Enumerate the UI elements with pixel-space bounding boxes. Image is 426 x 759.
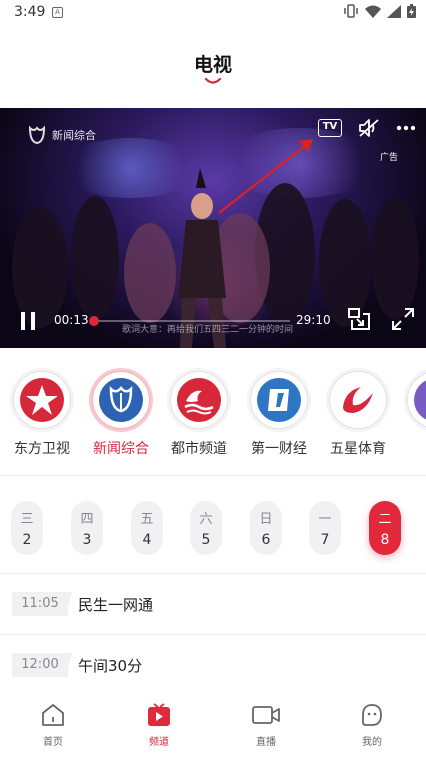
channel-item[interactable]: 五星体育 bbox=[322, 368, 394, 458]
profile-icon bbox=[362, 704, 382, 726]
watermark-text: 新闻综合 bbox=[52, 129, 96, 142]
channel-list: 东方卫视 新闻综合 都市频道 第一财经 五星体育 魔 bbox=[0, 368, 426, 458]
channel-name: 新闻综合 bbox=[93, 441, 149, 457]
program-name: 民生一网通 bbox=[78, 596, 154, 614]
wifi-icon bbox=[365, 5, 381, 18]
subtitle-text: 歌词大意：再给我们五四三二一分钟的时间 bbox=[122, 325, 294, 335]
total-time: 29:10 bbox=[296, 313, 331, 327]
channel-item[interactable]: 都市频道 bbox=[163, 368, 235, 458]
picture-in-picture-icon[interactable] bbox=[346, 306, 372, 332]
status-bar: 3:49 A bbox=[0, 0, 426, 26]
day-button[interactable]: 一7 bbox=[309, 501, 341, 555]
day-weekday: 二 bbox=[378, 512, 392, 527]
channel-item[interactable]: 第一财经 bbox=[243, 368, 315, 458]
title-underline-icon bbox=[204, 77, 222, 84]
tulip-logo-icon bbox=[28, 125, 46, 145]
channel-name: 第一财经 bbox=[251, 441, 307, 457]
nav-channel[interactable]: 频道 bbox=[129, 702, 189, 748]
channel-name: 五星体育 bbox=[330, 441, 386, 457]
progress-thumb[interactable] bbox=[89, 316, 99, 326]
day-weekday: 四 bbox=[80, 512, 94, 527]
mute-icon[interactable] bbox=[358, 118, 380, 138]
day-button[interactable]: 五4 bbox=[131, 501, 163, 555]
partial-channel-logo-icon bbox=[407, 371, 426, 429]
city-wave-logo-icon bbox=[170, 371, 228, 429]
news-tulip-logo-icon bbox=[92, 371, 150, 429]
nav-home[interactable]: 首页 bbox=[23, 702, 83, 748]
channel-watermark: 新闻综合 bbox=[26, 124, 96, 146]
home-icon bbox=[42, 704, 64, 726]
channel-name: 东方卫视 bbox=[14, 441, 70, 457]
video-player[interactable]: 新闻综合 TV 广告 00:13 歌词大意：再给我们五四三二一分钟的时间 29:… bbox=[0, 108, 426, 348]
day-date: 2 bbox=[22, 532, 32, 548]
video-camera-icon bbox=[252, 706, 280, 724]
day-date: 5 bbox=[201, 532, 211, 548]
day-button[interactable]: 六5 bbox=[190, 501, 222, 555]
program-row[interactable]: 11:05 民生一网通 bbox=[0, 574, 426, 634]
day-date: 7 bbox=[320, 532, 330, 548]
channel-item[interactable]: 东方卫视 bbox=[6, 368, 78, 458]
signal-icon bbox=[387, 4, 401, 18]
pointer-arrow-icon bbox=[218, 139, 313, 214]
day-date: 4 bbox=[142, 532, 152, 548]
day-weekday: 一 bbox=[318, 512, 332, 527]
nav-label: 我的 bbox=[362, 737, 382, 748]
page-title: 电视 bbox=[193, 54, 232, 76]
fullscreen-icon[interactable] bbox=[390, 306, 416, 332]
day-weekday: 六 bbox=[199, 512, 213, 527]
nav-label: 频道 bbox=[149, 737, 169, 748]
player-top-controls: TV bbox=[318, 118, 416, 138]
program-time: 12:00 bbox=[12, 653, 68, 677]
day-weekday: 日 bbox=[259, 512, 273, 527]
status-icons bbox=[343, 4, 416, 18]
day-weekday: 三 bbox=[20, 512, 34, 527]
channel-name: 都市频道 bbox=[171, 441, 227, 457]
dragon-tv-star-logo-icon bbox=[13, 371, 71, 429]
day-weekday: 五 bbox=[140, 512, 154, 527]
day-date: 6 bbox=[261, 532, 271, 548]
nav-label: 首页 bbox=[43, 737, 63, 748]
channel-item[interactable]: 魔 bbox=[400, 368, 426, 458]
program-name: 午间30分 bbox=[78, 657, 143, 675]
time-tag-tail bbox=[66, 592, 72, 616]
day-button-selected[interactable]: 二8 bbox=[369, 501, 401, 555]
pause-button[interactable] bbox=[18, 310, 38, 332]
time-tag-tail bbox=[66, 653, 72, 677]
bottom-nav: 首页 频道 直播 我的 bbox=[0, 690, 426, 759]
status-time: 3:49 bbox=[14, 4, 46, 20]
vibrate-icon bbox=[344, 4, 358, 18]
channel-name: 魔 bbox=[400, 438, 426, 458]
day-button[interactable]: 日6 bbox=[250, 501, 282, 555]
finance-square-logo-icon bbox=[250, 371, 308, 429]
more-options-icon[interactable] bbox=[396, 125, 416, 131]
day-date: 3 bbox=[82, 532, 92, 548]
nav-label: 直播 bbox=[256, 737, 276, 748]
sports-swoosh-logo-icon bbox=[329, 371, 387, 429]
channel-item-active[interactable]: 新闻综合 bbox=[85, 368, 157, 458]
program-time: 11:05 bbox=[12, 592, 68, 616]
battery-icon bbox=[407, 4, 416, 18]
ad-label: 广告 bbox=[379, 153, 398, 163]
cast-tv-button[interactable]: TV bbox=[318, 119, 342, 137]
day-button[interactable]: 三2 bbox=[11, 501, 43, 555]
program-row[interactable]: 12:00 午间30分 bbox=[0, 635, 426, 695]
day-button[interactable]: 四3 bbox=[71, 501, 103, 555]
elapsed-time: 00:13 bbox=[54, 313, 89, 327]
day-date: 8 bbox=[380, 532, 390, 548]
nav-live[interactable]: 直播 bbox=[236, 702, 296, 748]
notification-icon: A bbox=[52, 7, 63, 18]
channel-play-icon bbox=[148, 703, 170, 726]
nav-profile[interactable]: 我的 bbox=[342, 702, 402, 748]
section-divider bbox=[0, 475, 426, 476]
